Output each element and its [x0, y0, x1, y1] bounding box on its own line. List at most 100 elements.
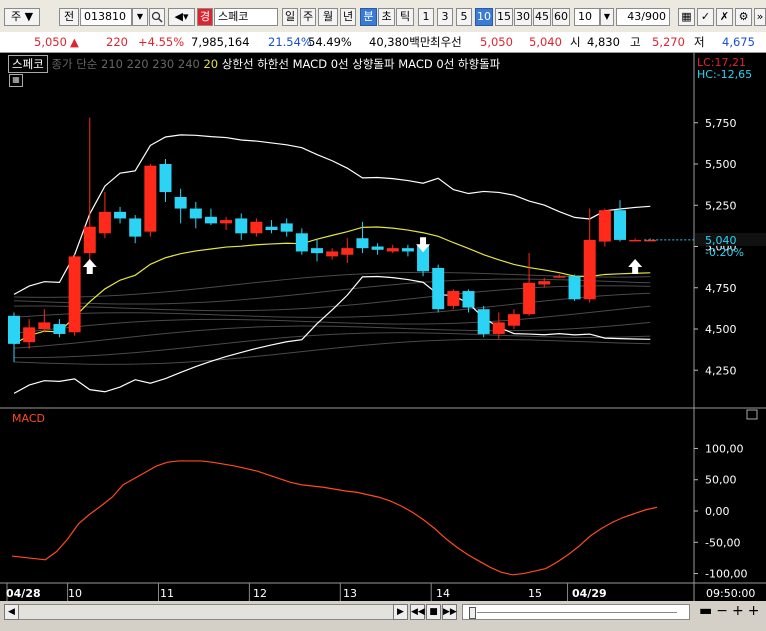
interval-15[interactable]: 15 [495, 8, 513, 26]
scroll-right-icon[interactable]: ▶ [393, 604, 408, 620]
code-dropdown-icon[interactable]: ▼ [132, 8, 148, 26]
interval-30[interactable]: 30 [514, 8, 532, 26]
up-triangle-icon: ▲ [70, 35, 79, 49]
legend-ma-220: 220 [126, 57, 149, 71]
candle-body [507, 314, 520, 326]
low-price: 4,675 [722, 35, 755, 49]
zoom-slider-handle[interactable] [469, 607, 476, 619]
interval-60[interactable]: 60 [552, 8, 570, 26]
price-tick-label: 4,500 [705, 323, 737, 336]
speaker-icon[interactable]: ◀▾ [168, 8, 195, 26]
period-year[interactable]: 년 [340, 8, 356, 26]
page-indicator: 43/900 [616, 8, 670, 26]
candle-body [235, 218, 248, 234]
time-label: 14 [436, 587, 450, 600]
interval-3[interactable]: 3 [437, 8, 453, 26]
count-dropdown-icon[interactable]: ▼ [600, 8, 614, 26]
ratio2: 54.49% [308, 35, 352, 49]
price-tick-label: 4,250 [705, 364, 737, 377]
macd-tick-label: -50,00 [705, 536, 740, 549]
long-ma-line [13, 292, 651, 318]
expand-icon[interactable]: » [754, 8, 766, 26]
chart-cancel-icon[interactable]: ✗ [716, 8, 733, 26]
interval-1[interactable]: 1 [418, 8, 434, 26]
long-ma-line [13, 271, 651, 298]
price-change: 220 [106, 35, 128, 49]
long-ma-line [13, 285, 651, 312]
chart-toolbar: 주 ▼ 전 013810 ▼ ◀▾ 경 스페코 일 주 월 년 분 초 틱 1 … [0, 0, 766, 33]
interval-5[interactable]: 5 [456, 8, 472, 26]
play-icon[interactable]: ▶▶ [442, 604, 457, 620]
search-icon[interactable] [149, 8, 165, 26]
candle-body [144, 165, 157, 232]
period-month[interactable]: 월 [318, 8, 338, 26]
gear-icon[interactable]: ⚙ [735, 8, 752, 26]
count-select[interactable]: 10 [574, 8, 600, 26]
period-tick[interactable]: 틱 [396, 8, 414, 26]
period-day[interactable]: 일 [282, 8, 298, 26]
candle-body [311, 248, 323, 254]
candle-body [462, 291, 475, 308]
bid-price: 5,040 [529, 35, 562, 49]
ask-price: 5,050 [480, 35, 513, 49]
candle-body [295, 233, 308, 252]
period-second[interactable]: 초 [378, 8, 395, 26]
candle-body [538, 281, 551, 285]
candle-body [371, 246, 384, 250]
candle-body [280, 223, 293, 232]
candle-body [98, 211, 111, 234]
legend-ma-210: 210 [101, 57, 123, 71]
table-icon[interactable]: ▦ [9, 74, 23, 87]
zoom-slider[interactable] [462, 604, 690, 620]
legend-stock-name[interactable]: 스페코 [8, 55, 48, 73]
grid-icon[interactable]: ▦ [678, 8, 695, 26]
time-label: 04/29 [572, 587, 607, 600]
candle-body [492, 322, 505, 334]
candle-body [8, 315, 20, 344]
horizontal-scrollbar[interactable] [19, 604, 393, 620]
zoom-in-icon[interactable]: + [748, 603, 764, 619]
warning-badge: 경 [197, 8, 213, 26]
scroll-left-icon[interactable]: ◀ [4, 604, 19, 620]
candle-body [189, 208, 202, 219]
candle-body [401, 248, 414, 252]
candle-body [265, 226, 278, 230]
magnifier-icon [151, 11, 163, 23]
stop-icon[interactable]: ■ [426, 604, 441, 620]
period-minute[interactable]: 분 [360, 8, 377, 26]
macd-label: MACD [12, 412, 45, 425]
zoom-controls[interactable]: ▬−++ [699, 603, 763, 619]
legend-upper-band: 상한선 [221, 57, 254, 71]
candle-body [129, 218, 142, 237]
macd-tick-label: -100,00 [705, 568, 747, 581]
indicator-legend: 스페코 종가 단순 210 220 230 240 20 상한선 하한선 MAC… [8, 55, 500, 73]
interval-10[interactable]: 10 [475, 8, 493, 26]
market-label: 주 [10, 10, 22, 23]
stock-name: 스페코 [214, 8, 278, 26]
chart-check-icon[interactable]: ✓ [697, 8, 714, 26]
time-label: 04/28 [6, 587, 41, 600]
candle-body [614, 210, 626, 240]
legend-ma-label: 종가 단순 [51, 57, 98, 71]
period-week[interactable]: 주 [300, 8, 316, 26]
candle-body [68, 256, 81, 333]
price-change-pct: +4.55% [138, 35, 185, 49]
current-price: 5,050 [34, 35, 67, 49]
first-page-icon[interactable]: ◀◀ [410, 604, 425, 620]
candle-body [23, 327, 36, 343]
signal-up-arrow-icon [82, 258, 97, 274]
interval-45[interactable]: 45 [533, 8, 551, 26]
market-select[interactable]: 주 ▼ [4, 8, 40, 26]
candle-body [220, 220, 233, 224]
macd-tick-label: 100,00 [705, 442, 744, 455]
current-price-pct: -0.20% [705, 246, 744, 259]
macd-tick-label: 0,00 [705, 505, 730, 518]
clock-label: 09:50:00 [706, 587, 755, 600]
open-price: 4,830 [587, 35, 620, 49]
stock-code-input[interactable]: 013810 [80, 8, 132, 26]
chart-area[interactable]: MACD 5,750 5,500 5,250 5,000 4,750 4,500 4,250… [0, 53, 766, 601]
price-chart-svg[interactable]: MACD 5,7505,5005,2505,0004,7504,5004,250… [0, 53, 766, 601]
legend-ma-230: 230 [152, 57, 175, 71]
best-label: 최우선 [430, 35, 462, 49]
prev-button[interactable]: 전 [59, 8, 79, 26]
